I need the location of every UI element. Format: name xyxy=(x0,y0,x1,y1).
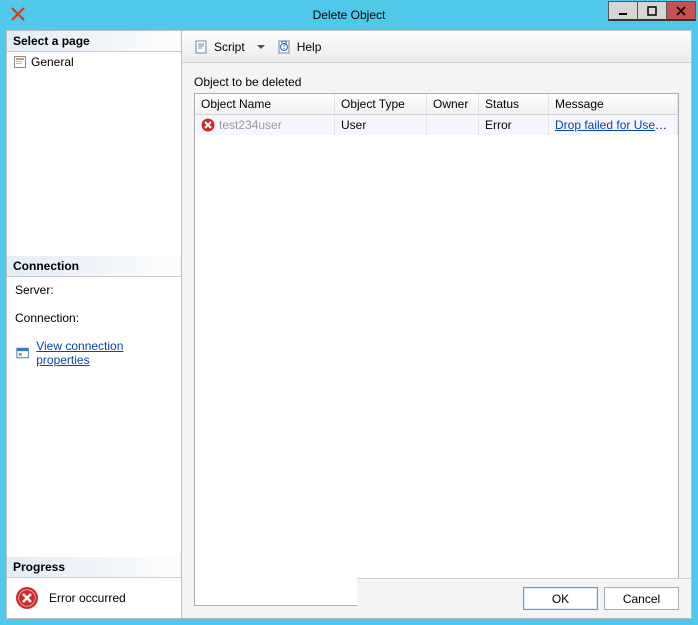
cell-message: Drop failed for User 'te... xyxy=(549,115,678,135)
cell-name-text: test234user xyxy=(219,118,282,132)
sidebar: Select a page General Connection Server:… xyxy=(7,31,182,618)
view-connection-row: View connection properties xyxy=(15,339,173,367)
select-page-header: Select a page xyxy=(7,31,181,52)
server-label: Server: xyxy=(15,283,173,297)
help-icon: ? xyxy=(277,39,293,55)
cell-name: test234user xyxy=(195,115,335,135)
col-header-type[interactable]: Object Type xyxy=(335,94,427,114)
col-header-message[interactable]: Message xyxy=(549,94,678,114)
cancel-button[interactable]: Cancel xyxy=(604,587,679,610)
error-icon xyxy=(15,586,39,610)
client-area: Select a page General Connection Server:… xyxy=(6,30,692,619)
maximize-button[interactable] xyxy=(637,1,667,21)
view-connection-link[interactable]: View connection properties xyxy=(36,339,173,367)
col-header-status[interactable]: Status xyxy=(479,94,549,114)
cell-owner xyxy=(427,115,479,135)
progress-header: Progress xyxy=(7,557,181,578)
main-panel: Script ? Help Object to be deleted Objec… xyxy=(182,31,691,618)
window-title: Delete Object xyxy=(0,8,698,22)
script-button[interactable]: Script xyxy=(190,37,249,57)
page-item-general[interactable]: General xyxy=(7,52,181,72)
window-controls xyxy=(609,1,696,21)
progress-body: Error occurred xyxy=(7,578,181,618)
ok-button[interactable]: OK xyxy=(523,587,598,610)
page-icon xyxy=(13,55,27,69)
connection-label: Connection: xyxy=(15,311,173,325)
object-grid: Object Name Object Type Owner Status Mes… xyxy=(194,93,679,606)
title-bar: Delete Object xyxy=(0,0,698,30)
window-icon xyxy=(10,6,26,22)
row-error-icon xyxy=(201,118,215,132)
script-icon xyxy=(194,39,210,55)
sidebar-spacer xyxy=(7,72,181,256)
script-dropdown-caret[interactable] xyxy=(257,45,265,49)
grid-row[interactable]: test234user User Error Drop failed for U… xyxy=(195,115,678,135)
help-label: Help xyxy=(297,40,322,54)
help-button[interactable]: ? Help xyxy=(273,37,326,57)
col-header-owner[interactable]: Owner xyxy=(427,94,479,114)
connection-body: Server: Connection: View connection prop… xyxy=(7,277,181,373)
cell-message-link[interactable]: Drop failed for User 'te... xyxy=(555,118,678,132)
minimize-button[interactable] xyxy=(608,1,638,21)
progress-status: Error occurred xyxy=(49,591,126,605)
sidebar-spacer-2 xyxy=(7,373,181,557)
grid-header: Object Name Object Type Owner Status Mes… xyxy=(195,94,678,115)
properties-icon xyxy=(15,345,30,361)
script-label: Script xyxy=(214,40,245,54)
connection-header: Connection xyxy=(7,256,181,277)
svg-text:?: ? xyxy=(280,39,287,52)
close-button[interactable] xyxy=(666,1,696,21)
toolbar: Script ? Help xyxy=(182,31,691,63)
cell-status: Error xyxy=(479,115,549,135)
footer: OK Cancel xyxy=(357,578,691,618)
col-header-name[interactable]: Object Name xyxy=(195,94,335,114)
cell-type: User xyxy=(335,115,427,135)
content-section-label: Object to be deleted xyxy=(194,75,679,89)
page-list: General xyxy=(7,52,181,72)
page-item-label: General xyxy=(31,55,74,69)
content-area: Object to be deleted Object Name Object … xyxy=(182,63,691,618)
